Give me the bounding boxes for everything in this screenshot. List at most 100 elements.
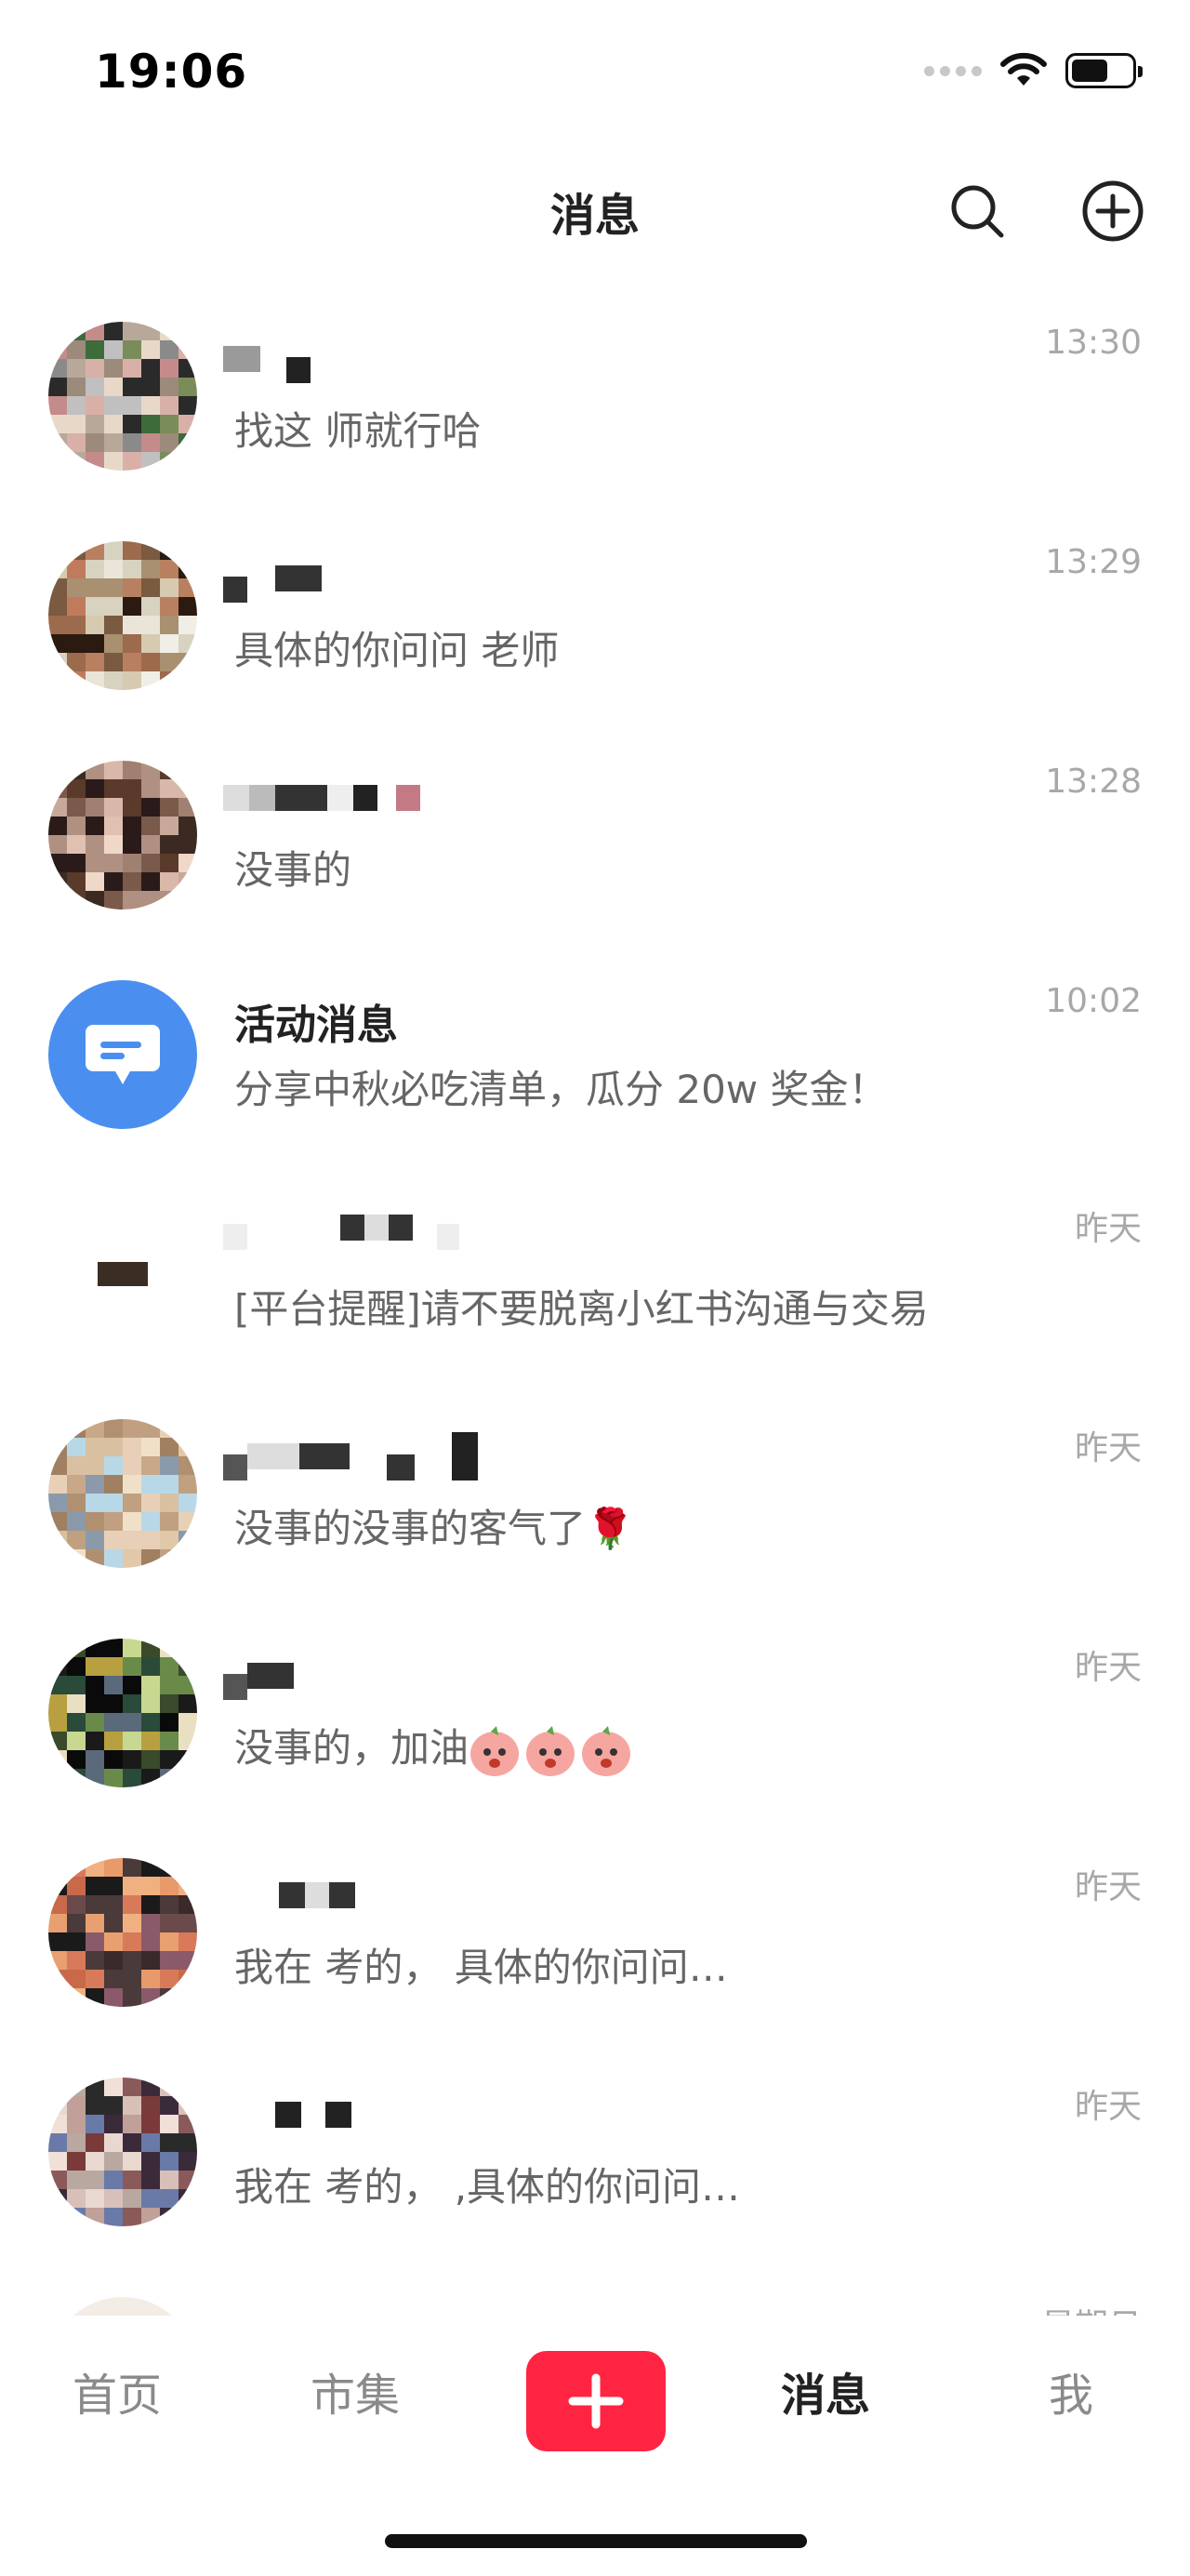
avatar-pixel	[160, 653, 178, 671]
avatar-pixel	[104, 1732, 123, 1750]
avatar-pixel	[123, 1769, 141, 1787]
avatar-pixel	[141, 1988, 160, 2007]
avatar-pixel	[141, 2189, 160, 2208]
avatar-pixel	[160, 835, 178, 854]
tab-market[interactable]: 市集	[311, 2358, 400, 2423]
avatar-pixel	[67, 415, 86, 433]
message-preview: 我在 考的， 具体的你问问…	[234, 1945, 728, 1990]
avatar-pixel	[123, 1877, 141, 1895]
tab-messages[interactable]: 消息	[781, 2358, 870, 2423]
avatar-pixel	[67, 2208, 86, 2226]
avatar-pixel	[86, 541, 104, 560]
avatar-pixel	[86, 597, 104, 616]
avatar-pixel	[104, 1494, 123, 1512]
avatar-pixel	[48, 1676, 67, 1694]
avatar-pixel	[141, 2133, 160, 2152]
avatar-pixel	[67, 378, 86, 396]
avatar-pixel	[141, 1456, 160, 1475]
avatar-pixel	[123, 2115, 141, 2133]
avatar-pixel	[160, 2208, 178, 2226]
tab-home[interactable]: 首页	[73, 2358, 162, 2423]
avatar-pixel	[178, 1988, 197, 2007]
avatar-pixel	[48, 1970, 67, 1988]
avatar-pixel	[123, 1456, 141, 1475]
avatar-pixel	[104, 1914, 123, 1932]
avatar-pixel	[178, 1895, 197, 1914]
conversation-row[interactable]: 没事的 13:28	[0, 746, 1190, 965]
conversation-row[interactable]: 没事的，加油 昨天	[0, 1624, 1190, 1843]
avatar-pixel	[160, 1713, 178, 1732]
avatar-pixel	[160, 340, 178, 359]
avatar-pixel	[141, 1475, 160, 1494]
avatar-pixel	[86, 1769, 104, 1787]
status-time: 19:06	[95, 45, 248, 99]
avatar-pixel	[160, 1877, 178, 1895]
avatar-pixel	[104, 1639, 123, 1657]
avatar-pixel	[86, 2133, 104, 2152]
avatar-pixel	[141, 340, 160, 359]
avatar-pixel	[123, 1914, 141, 1932]
avatar-pixel	[160, 891, 178, 910]
avatar-pixel	[141, 1732, 160, 1750]
avatar-pixel	[160, 1694, 178, 1713]
avatar-pixel	[178, 2208, 197, 2226]
avatar-pixel	[86, 1750, 104, 1769]
contact-name-redacted	[223, 551, 322, 606]
tab-me[interactable]: 我	[1049, 2358, 1093, 2423]
avatar-pixel	[160, 2171, 178, 2189]
conversation-row[interactable]: 星期日	[0, 2282, 1190, 2316]
avatar-pixel	[141, 1750, 160, 1769]
avatar-pixel	[48, 1475, 67, 1494]
avatar-pixel	[104, 1951, 123, 1970]
avatar	[48, 2078, 197, 2226]
avatar-pixel	[178, 1858, 197, 1877]
avatar-pixel	[104, 779, 123, 798]
avatar-pixel	[123, 1951, 141, 1970]
avatar-pixel	[67, 1676, 86, 1694]
conversation-row-activity[interactable]: 活动消息 分享中秋必吃清单，瓜分 20w 奖金！ 10:02	[0, 965, 1190, 1185]
avatar-pixel	[67, 1895, 86, 1914]
avatar-pixel	[160, 1475, 178, 1494]
add-button[interactable]	[1077, 175, 1149, 247]
avatar-pixel	[178, 1639, 197, 1657]
conversation-row[interactable]: [平台提醒]请不要脱离小红书沟通与交易 昨天	[0, 1185, 1190, 1404]
avatar-pixel	[160, 1914, 178, 1932]
avatar-pixel	[48, 578, 67, 597]
avatar-pixel	[160, 616, 178, 634]
avatar-pixel	[104, 322, 123, 340]
avatar-pixel	[67, 1750, 86, 1769]
avatar-pixel	[48, 359, 67, 378]
publish-button[interactable]	[526, 2351, 666, 2451]
avatar-pixel	[123, 616, 141, 634]
avatar-pixel	[178, 653, 197, 671]
avatar-pixel	[123, 1858, 141, 1877]
conversation-row[interactable]: 我在 考的， 具体的你问问… 昨天	[0, 1843, 1190, 2063]
avatar-pixel	[67, 396, 86, 415]
avatar-pixel	[48, 1713, 67, 1732]
avatar-pixel	[104, 2115, 123, 2133]
avatar-pixel	[86, 2152, 104, 2171]
avatar-pixel	[178, 560, 197, 578]
conversation-row[interactable]: 找这 师就行哈 13:30	[0, 307, 1190, 526]
search-button[interactable]	[941, 175, 1013, 247]
avatar-pixel	[178, 671, 197, 690]
avatar-pixel	[48, 2171, 67, 2189]
avatar-pixel	[123, 653, 141, 671]
avatar-pixel	[104, 378, 123, 396]
avatar-pixel	[141, 1639, 160, 1657]
conversation-row[interactable]: 具体的你问问 老师 13:29	[0, 526, 1190, 746]
avatar-pixel	[178, 1475, 197, 1494]
avatar-pixel	[141, 1494, 160, 1512]
avatar-pixel	[178, 835, 197, 854]
avatar-pixel	[178, 2189, 197, 2208]
avatar-pixel	[48, 597, 67, 616]
avatar-pixel	[104, 1676, 123, 1694]
wifi-icon	[1000, 52, 1047, 86]
conversation-row[interactable]: 我在 考的， ,具体的你问问… 昨天	[0, 2063, 1190, 2282]
avatar-pixel	[48, 1988, 67, 2007]
message-preview: 没事的没事的客气了🌹	[234, 1506, 635, 1551]
avatar-pixel	[141, 2152, 160, 2171]
avatar-pixel	[48, 2078, 67, 2096]
avatar-pixel	[160, 1676, 178, 1694]
conversation-row[interactable]: 没事的没事的客气了🌹 昨天	[0, 1404, 1190, 1624]
